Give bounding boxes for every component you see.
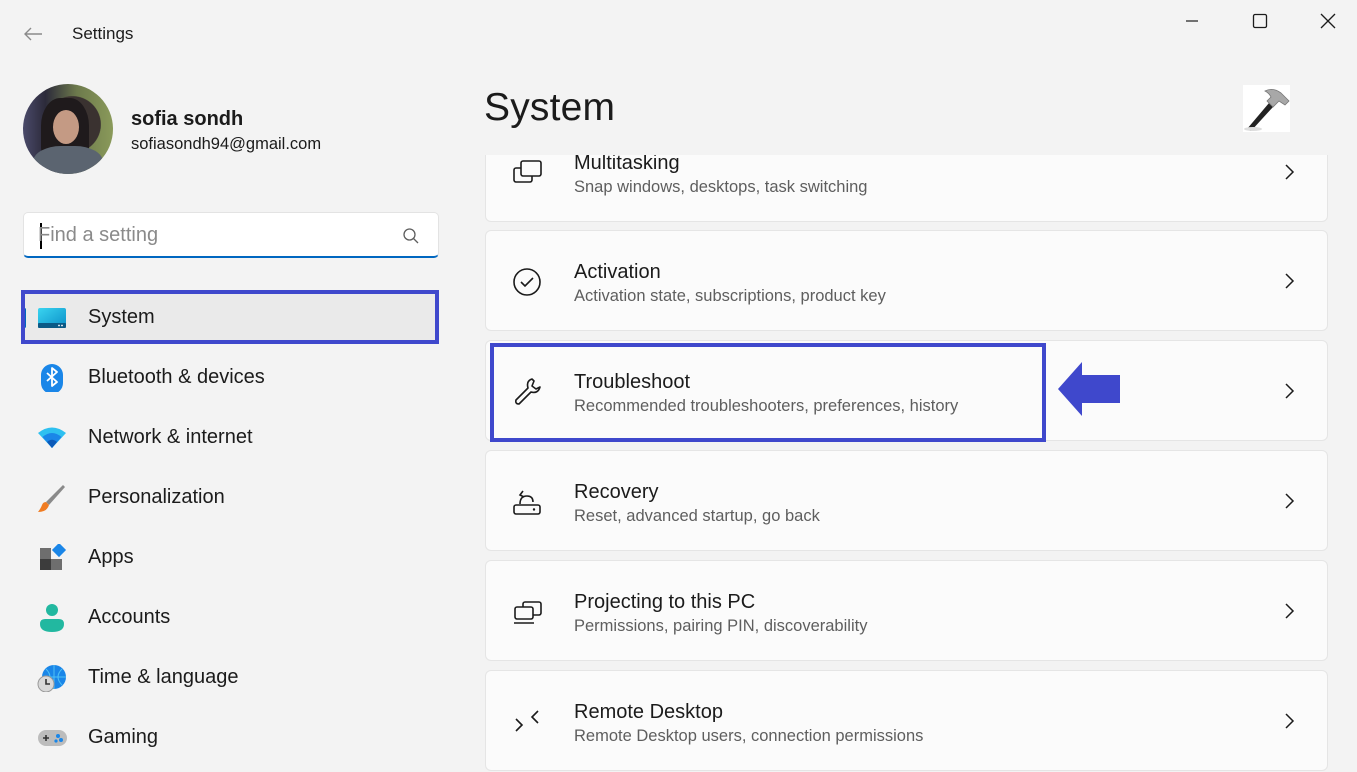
annotation-arrow-icon — [1058, 362, 1120, 416]
page-title: System — [484, 86, 616, 129]
back-button[interactable] — [20, 22, 46, 46]
user-email: sofiasondh94@gmail.com — [131, 135, 322, 153]
chevron-right-icon — [1285, 164, 1295, 180]
gamepad-icon — [38, 730, 67, 746]
maximize-button[interactable] — [1230, 6, 1290, 36]
card-title: Projecting to this PC — [574, 591, 756, 613]
sidebar-item-label: Accounts — [88, 605, 171, 628]
globe-clock-icon — [37, 665, 66, 692]
sidebar-item-network-internet[interactable]: Network & internet — [23, 412, 439, 462]
wifi-icon — [38, 427, 66, 448]
card-subtitle: Reset, advanced startup, go back — [574, 507, 820, 525]
settings-list: Multitasking Snap windows, desktops, tas… — [485, 155, 1329, 771]
card-title: Activation — [574, 261, 661, 283]
card-title: Remote Desktop — [574, 701, 723, 723]
app-title: Settings — [72, 24, 134, 43]
chevron-right-icon — [1285, 383, 1295, 399]
card-projecting[interactable]: Projecting to this PC Permissions, pairi… — [485, 560, 1328, 661]
arrow-left-icon — [24, 27, 42, 41]
sidebar-item-bluetooth-devices[interactable]: Bluetooth & devices — [23, 352, 439, 402]
card-subtitle: Recommended troubleshooters, preferences… — [574, 397, 959, 415]
card-remote-desktop[interactable]: Remote Desktop Remote Desktop users, con… — [485, 670, 1328, 771]
minimize-icon — [1186, 20, 1198, 22]
chevron-right-icon — [1285, 273, 1295, 289]
search-box[interactable] — [23, 212, 439, 258]
sidebar-item-label: Time & language — [88, 665, 239, 688]
recovery-icon — [513, 490, 541, 515]
card-subtitle: Remote Desktop users, connection permiss… — [574, 727, 924, 745]
close-icon — [1320, 13, 1336, 29]
search-input[interactable] — [38, 221, 378, 249]
wrench-icon — [515, 378, 541, 405]
card-title: Troubleshoot — [574, 371, 690, 393]
sidebar-item-label: System — [88, 305, 155, 328]
avatar[interactable] — [23, 84, 113, 174]
paintbrush-icon — [38, 485, 65, 512]
projecting-icon — [514, 601, 542, 624]
search-icon[interactable] — [402, 227, 420, 245]
sidebar-item-label: Network & internet — [88, 425, 253, 448]
hammer-logo-icon — [1243, 85, 1290, 132]
card-troubleshoot[interactable]: Troubleshoot Recommended troubleshooters… — [485, 340, 1328, 441]
sidebar-item-system[interactable]: System — [23, 292, 439, 342]
remote-desktop-icon — [515, 710, 539, 732]
minimize-button[interactable] — [1162, 6, 1222, 36]
card-subtitle: Permissions, pairing PIN, discoverabilit… — [574, 617, 868, 635]
sidebar-item-label: Bluetooth & devices — [88, 365, 265, 388]
sidebar-item-apps[interactable]: Apps — [23, 532, 439, 582]
chevron-right-icon — [1285, 713, 1295, 729]
card-subtitle: Activation state, subscriptions, product… — [574, 287, 886, 305]
title-bar: Settings — [0, 0, 1357, 66]
bluetooth-icon — [41, 364, 63, 392]
chevron-right-icon — [1285, 493, 1295, 509]
card-title: Multitasking — [574, 155, 680, 174]
sidebar-item-time-language[interactable]: Time & language — [23, 652, 439, 702]
card-title: Recovery — [574, 481, 659, 503]
multitasking-icon — [513, 160, 542, 183]
maximize-icon — [1252, 13, 1268, 29]
close-button[interactable] — [1298, 6, 1357, 36]
sidebar-item-gaming[interactable]: Gaming — [23, 712, 439, 762]
sidebar-item-label: Apps — [88, 545, 134, 568]
person-icon — [40, 604, 64, 632]
display-icon — [38, 308, 66, 328]
sidebar-item-label: Gaming — [88, 725, 159, 748]
card-recovery[interactable]: Recovery Reset, advanced startup, go bac… — [485, 450, 1328, 551]
card-multitasking[interactable]: Multitasking Snap windows, desktops, tas… — [485, 155, 1328, 222]
selection-indicator — [23, 308, 26, 328]
card-activation[interactable]: Activation Activation state, subscriptio… — [485, 230, 1328, 331]
sidebar-item-accounts[interactable]: Accounts — [23, 592, 439, 642]
apps-icon — [40, 544, 67, 570]
sidebar-item-personalization[interactable]: Personalization — [23, 472, 439, 522]
sidebar-item-label: Personalization — [88, 485, 225, 508]
user-name: sofia sondh — [131, 108, 244, 130]
check-circle-icon — [513, 268, 541, 296]
chevron-right-icon — [1285, 603, 1295, 619]
sidebar-nav: System Bluetooth & devices Network & int… — [23, 292, 439, 772]
card-subtitle: Snap windows, desktops, task switching — [574, 178, 868, 196]
